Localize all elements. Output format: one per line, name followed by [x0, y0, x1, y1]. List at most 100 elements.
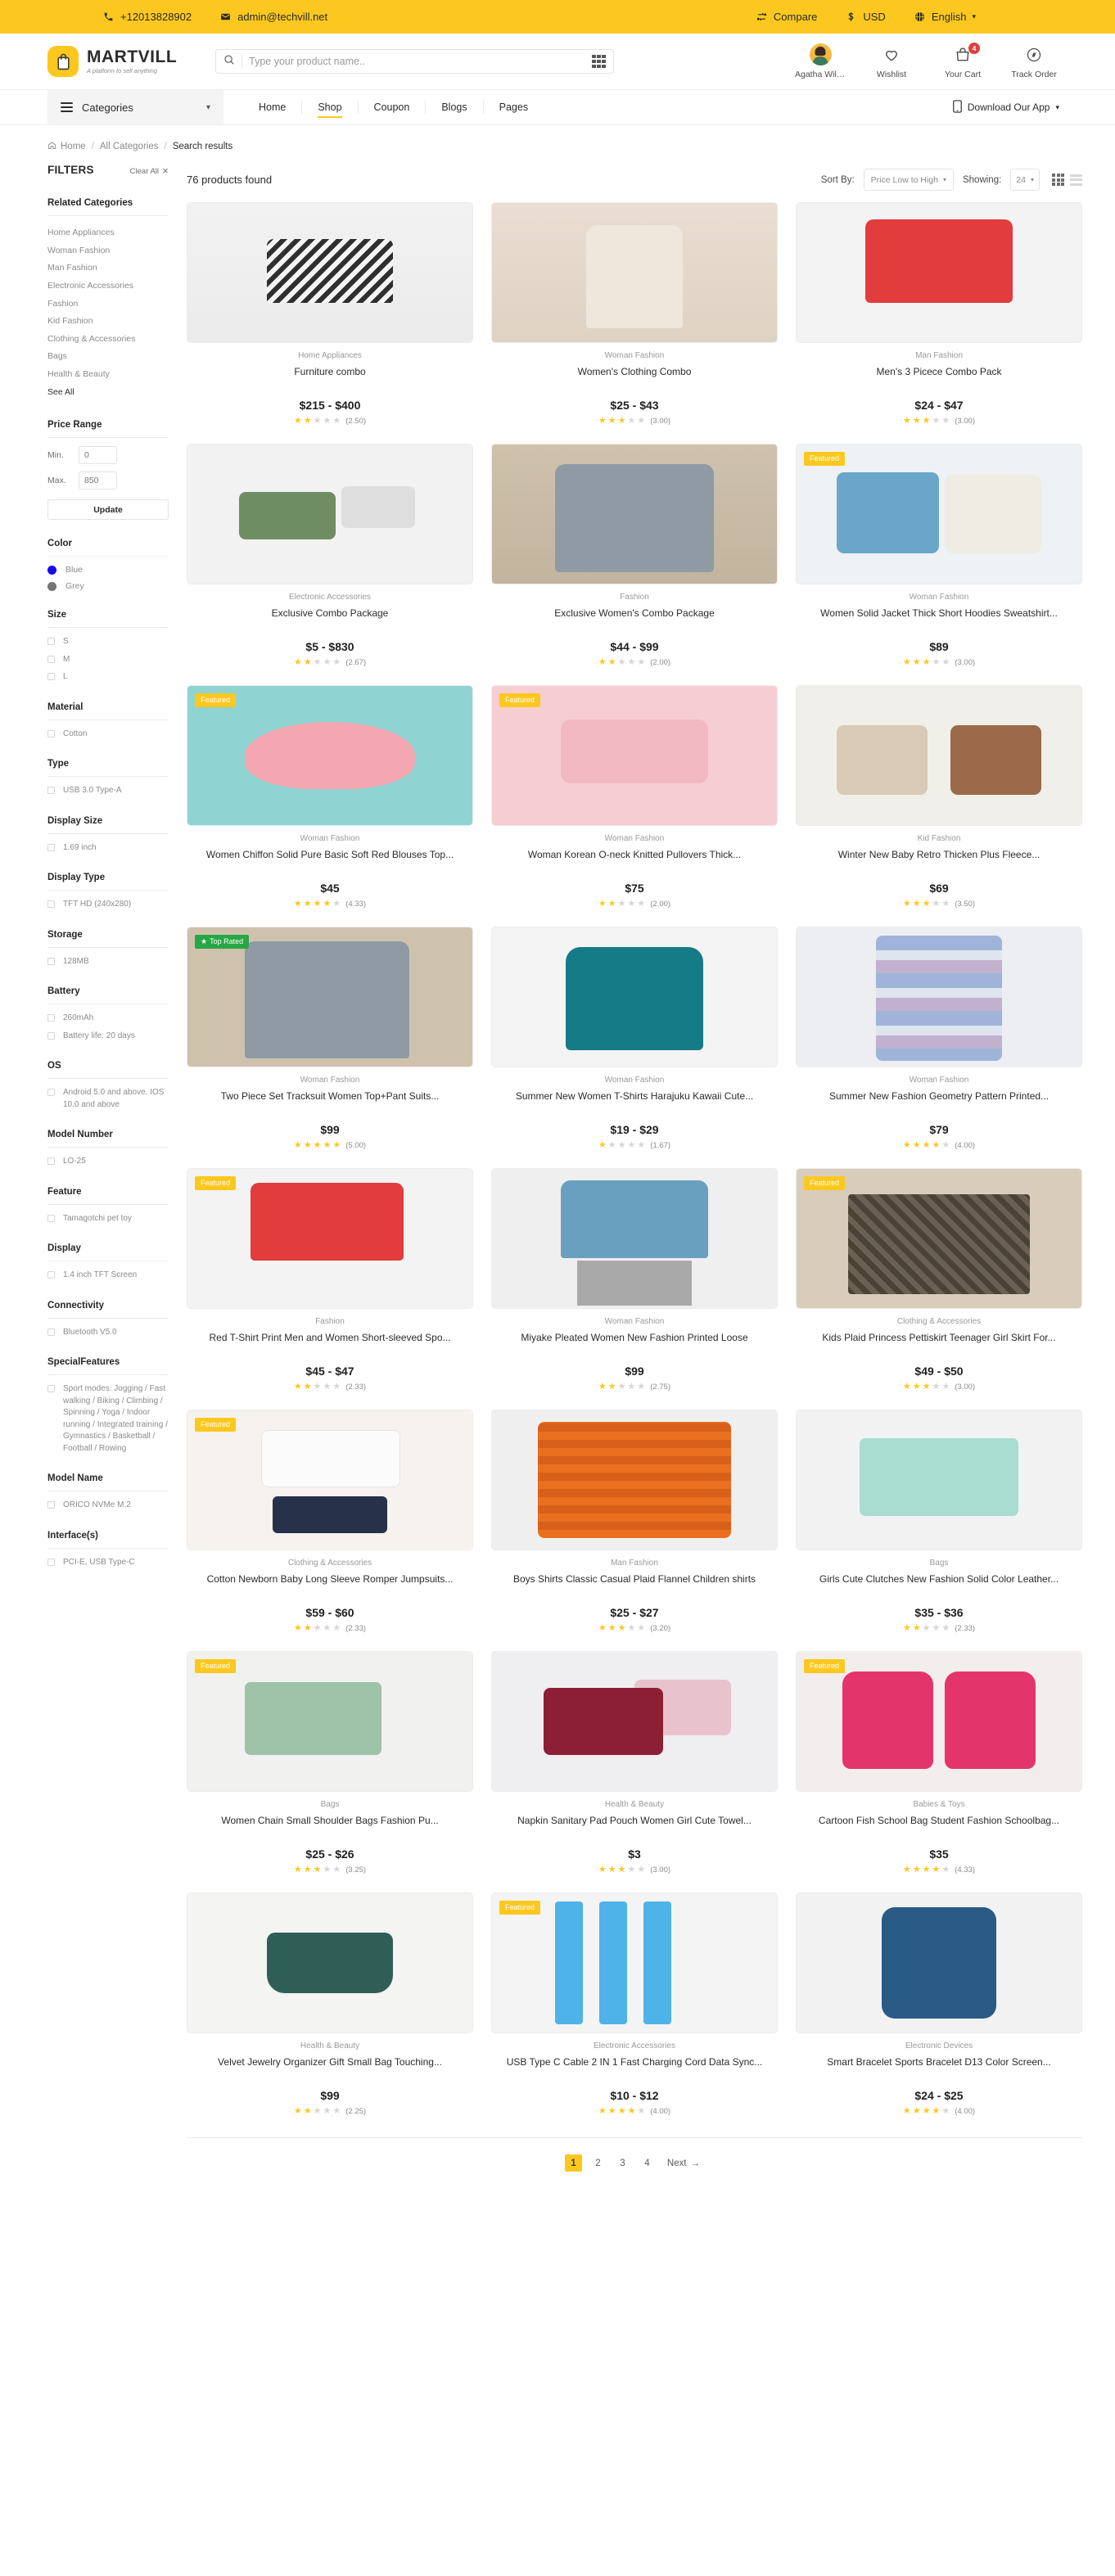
filter-option-orico-nvme-m-2[interactable]: ORICO NVMe M.2: [47, 1500, 169, 1512]
product-title[interactable]: Smart Bracelet Sports Bracelet D13 Color…: [796, 2055, 1082, 2083]
product-category[interactable]: Man Fashion: [491, 1559, 778, 1568]
compare-link[interactable]: Compare: [756, 11, 817, 23]
phone-link[interactable]: +12013828902: [102, 11, 192, 23]
product-card[interactable]: Electronic Accessories Exclusive Combo Pa…: [187, 444, 473, 667]
product-image[interactable]: [491, 1410, 778, 1550]
color-option-blue[interactable]: Blue: [47, 565, 169, 575]
product-category[interactable]: Clothing & Accessories: [187, 1559, 473, 1568]
category-link-man-fashion[interactable]: Man Fashion: [47, 259, 169, 277]
checkbox-icon[interactable]: [47, 1014, 55, 1022]
filter-option-sport-modes-jogging-fast-walking-biking-[interactable]: Sport modes: Jogging / Fast walking / Bi…: [47, 1383, 169, 1455]
product-image[interactable]: [796, 685, 1082, 826]
filter-option-battery-life-20-days[interactable]: Battery life: 20 days: [47, 1031, 169, 1043]
category-grid-icon[interactable]: [592, 54, 607, 69]
filter-option-android-5-0-and-above-ios-10-0-and-above[interactable]: Android 5.0 and above. IOS 10.0 and abov…: [47, 1087, 169, 1111]
currency-selector[interactable]: USD: [845, 11, 886, 23]
product-card[interactable]: Featured Electronic Accessories USB Type C…: [491, 1893, 778, 2116]
email-link[interactable]: admin@techvill.net: [219, 11, 327, 23]
clear-all-button[interactable]: Clear All ✕: [130, 167, 169, 176]
checkbox-icon[interactable]: [47, 1385, 55, 1393]
product-category[interactable]: Fashion: [491, 593, 778, 602]
product-category[interactable]: Bags: [796, 1559, 1082, 1568]
product-title[interactable]: Winter New Baby Retro Thicken Plus Fleec…: [796, 848, 1082, 876]
product-category[interactable]: Woman Fashion: [491, 834, 778, 843]
product-image[interactable]: Featured: [491, 1893, 778, 2033]
checkbox-icon[interactable]: [47, 957, 55, 965]
product-image[interactable]: Featured: [491, 685, 778, 826]
product-card[interactable]: Health & Beauty Napkin Sanitary Pad Pouch…: [491, 1651, 778, 1874]
checkbox-icon[interactable]: [47, 655, 55, 663]
product-image[interactable]: [491, 202, 778, 343]
checkbox-icon[interactable]: [47, 1501, 55, 1509]
product-card[interactable]: Kid Fashion Winter New Baby Retro Thicken…: [796, 685, 1082, 909]
product-image[interactable]: Featured: [796, 1168, 1082, 1309]
product-image[interactable]: [491, 444, 778, 584]
header-action-track-order[interactable]: Track Order: [1009, 47, 1059, 79]
checkbox-icon[interactable]: [47, 787, 55, 795]
product-image[interactable]: [491, 1651, 778, 1792]
filter-option-tft-hd-240x280[interactable]: TFT HD (240x280): [47, 899, 169, 911]
product-card[interactable]: Fashion Exclusive Women's Combo Package $4…: [491, 444, 778, 667]
showing-select[interactable]: 24 ▾: [1010, 169, 1040, 191]
nav-link-blogs[interactable]: Blogs: [426, 101, 484, 114]
product-card[interactable]: Featured Clothing & Accessories Kids Plaid…: [796, 1168, 1082, 1392]
product-image[interactable]: Featured: [187, 685, 473, 826]
product-image[interactable]: Featured: [187, 1410, 473, 1550]
category-link-home-appliances[interactable]: Home Appliances: [47, 224, 169, 242]
product-category[interactable]: Woman Fashion: [491, 1317, 778, 1326]
filter-option-128mb[interactable]: 128MB: [47, 956, 169, 968]
product-category[interactable]: Woman Fashion: [491, 351, 778, 360]
filter-option-pci-e-usb-type-c[interactable]: PCI-E, USB Type-C: [47, 1557, 169, 1569]
product-title[interactable]: Exclusive Combo Package: [187, 607, 473, 634]
page-button-4[interactable]: 4: [639, 2154, 656, 2172]
category-link-bags[interactable]: Bags: [47, 348, 169, 366]
product-title[interactable]: Cartoon Fish School Bag Student Fashion …: [796, 1814, 1082, 1842]
product-category[interactable]: Kid Fashion: [796, 834, 1082, 843]
price-max-input[interactable]: [79, 471, 117, 490]
product-title[interactable]: Two Piece Set Tracksuit Women Top+Pant S…: [187, 1089, 473, 1117]
nav-link-home[interactable]: Home: [243, 101, 303, 114]
checkbox-icon[interactable]: [47, 638, 55, 646]
product-card[interactable]: Woman Fashion Miyake Pleated Women New Fa…: [491, 1168, 778, 1392]
brand-logo[interactable]: MARTVILL A platform to sell anything: [47, 46, 177, 77]
product-image[interactable]: [187, 444, 473, 584]
next-page-button[interactable]: Next →: [663, 2154, 704, 2172]
checkbox-icon[interactable]: [47, 673, 55, 681]
product-title[interactable]: Women Chain Small Shoulder Bags Fashion …: [187, 1814, 473, 1842]
product-image[interactable]: ★ Top Rated: [187, 927, 473, 1067]
price-update-button[interactable]: Update: [47, 499, 169, 521]
product-card[interactable]: Featured Woman Fashion Women Chiffon Solid…: [187, 685, 473, 909]
grid-view-button[interactable]: [1052, 174, 1064, 186]
product-category[interactable]: Woman Fashion: [796, 1076, 1082, 1085]
product-card[interactable]: Bags Girls Cute Clutches New Fashion Soli…: [796, 1410, 1082, 1633]
checkbox-icon[interactable]: [47, 1089, 55, 1097]
product-title[interactable]: Summer New Fashion Geometry Pattern Prin…: [796, 1089, 1082, 1117]
search-bar[interactable]: [215, 49, 615, 74]
filter-option-s[interactable]: S: [47, 636, 169, 648]
language-selector[interactable]: English ▾: [914, 11, 976, 23]
product-card[interactable]: Electronic Devices Smart Bracelet Sports …: [796, 1893, 1082, 2116]
page-button-2[interactable]: 2: [589, 2154, 607, 2172]
category-link-kid-fashion[interactable]: Kid Fashion: [47, 313, 169, 331]
product-title[interactable]: Miyake Pleated Women New Fashion Printed…: [491, 1331, 778, 1359]
nav-link-shop[interactable]: Shop: [302, 101, 359, 118]
product-title[interactable]: Women Chiffon Solid Pure Basic Soft Red …: [187, 848, 473, 876]
list-view-button[interactable]: [1070, 174, 1082, 186]
page-button-3[interactable]: 3: [614, 2154, 631, 2172]
product-title[interactable]: Furniture combo: [187, 365, 473, 393]
filter-option-l[interactable]: L: [47, 671, 169, 683]
page-button-1[interactable]: 1: [564, 2154, 582, 2172]
product-title[interactable]: USB Type C Cable 2 IN 1 Fast Charging Co…: [491, 2055, 778, 2083]
product-category[interactable]: Fashion: [187, 1317, 473, 1326]
color-option-grey[interactable]: Grey: [47, 581, 169, 591]
product-title[interactable]: Red T-Shirt Print Men and Women Short-sl…: [187, 1331, 473, 1359]
product-title[interactable]: Men's 3 Picece Combo Pack: [796, 365, 1082, 393]
product-image[interactable]: Featured: [796, 1651, 1082, 1792]
category-link-woman-fashion[interactable]: Woman Fashion: [47, 242, 169, 260]
product-image[interactable]: [187, 202, 473, 343]
product-category[interactable]: Babies & Toys: [796, 1800, 1082, 1809]
product-card[interactable]: ★ Top Rated Woman Fashion Two Piece Set Tra…: [187, 927, 473, 1150]
product-title[interactable]: Napkin Sanitary Pad Pouch Women Girl Cut…: [491, 1814, 778, 1842]
product-card[interactable]: Featured Woman Fashion Women Solid Jacket …: [796, 444, 1082, 667]
product-card[interactable]: Man Fashion Boys Shirts Classic Casual Pl…: [491, 1410, 778, 1633]
